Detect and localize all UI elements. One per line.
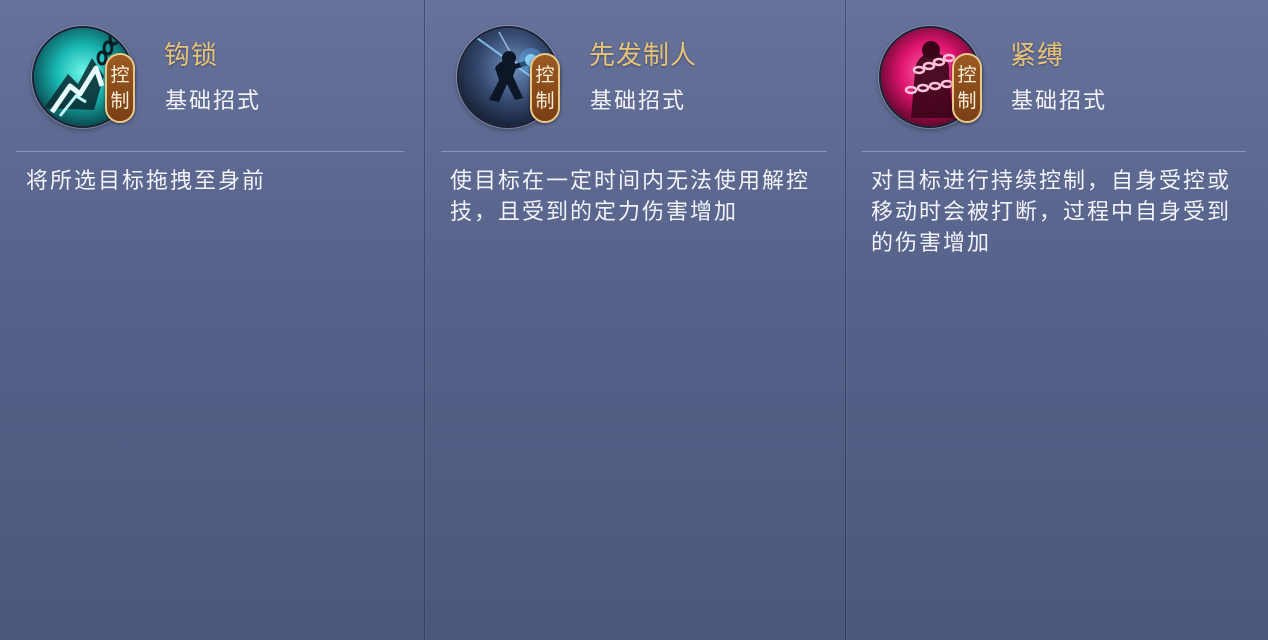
skill-card-hook-chain[interactable]: 控 制 钩锁 基础招式 将所选目标拖拽至身前 bbox=[0, 0, 424, 640]
skill-type: 基础招式 bbox=[1011, 89, 1108, 114]
skill-name: 先发制人 bbox=[589, 41, 698, 71]
skill-description: 使目标在一定时间内无法使用解控技，且受到的定力伤害增加 bbox=[450, 169, 811, 225]
divider bbox=[862, 151, 1246, 152]
control-type-badge: 控 制 bbox=[952, 53, 982, 123]
skill-icon-frame[interactable]: 控 制 bbox=[879, 26, 982, 128]
skill-name: 钩锁 bbox=[164, 41, 219, 71]
skill-type: 基础招式 bbox=[590, 89, 687, 114]
skill-card-list: 控 制 钩锁 基础招式 将所选目标拖拽至身前 控 制 先发制人 基础招式 使目标… bbox=[0, 0, 1268, 640]
badge-char-1: 控 bbox=[110, 64, 130, 86]
badge-char-2: 制 bbox=[110, 90, 130, 112]
divider bbox=[16, 151, 404, 152]
control-type-badge: 控 制 bbox=[105, 53, 135, 123]
skill-icon-frame[interactable]: 控 制 bbox=[457, 26, 560, 128]
skill-description: 对目标进行持续控制，自身受控或移动时会被打断，过程中自身受到的伤害增加 bbox=[871, 169, 1232, 256]
badge-char-2: 制 bbox=[535, 90, 555, 112]
badge-char-1: 控 bbox=[535, 64, 555, 86]
skill-icon-frame[interactable]: 控 制 bbox=[32, 26, 135, 128]
skill-description: 将所选目标拖拽至身前 bbox=[26, 169, 267, 194]
badge-char-1: 控 bbox=[957, 64, 977, 86]
badge-char-2: 制 bbox=[957, 90, 977, 112]
divider bbox=[441, 151, 827, 152]
skill-type: 基础招式 bbox=[165, 89, 262, 114]
skill-card-bind[interactable]: 控 制 紧缚 基础招式 对目标进行持续控制，自身受控或移动时会被打断，过程中自身… bbox=[845, 0, 1268, 640]
skill-name: 紧缚 bbox=[1010, 41, 1065, 71]
skill-card-preemptive-strike[interactable]: 控 制 先发制人 基础招式 使目标在一定时间内无法使用解控技，且受到的定力伤害增… bbox=[424, 0, 845, 640]
control-type-badge: 控 制 bbox=[530, 53, 560, 123]
